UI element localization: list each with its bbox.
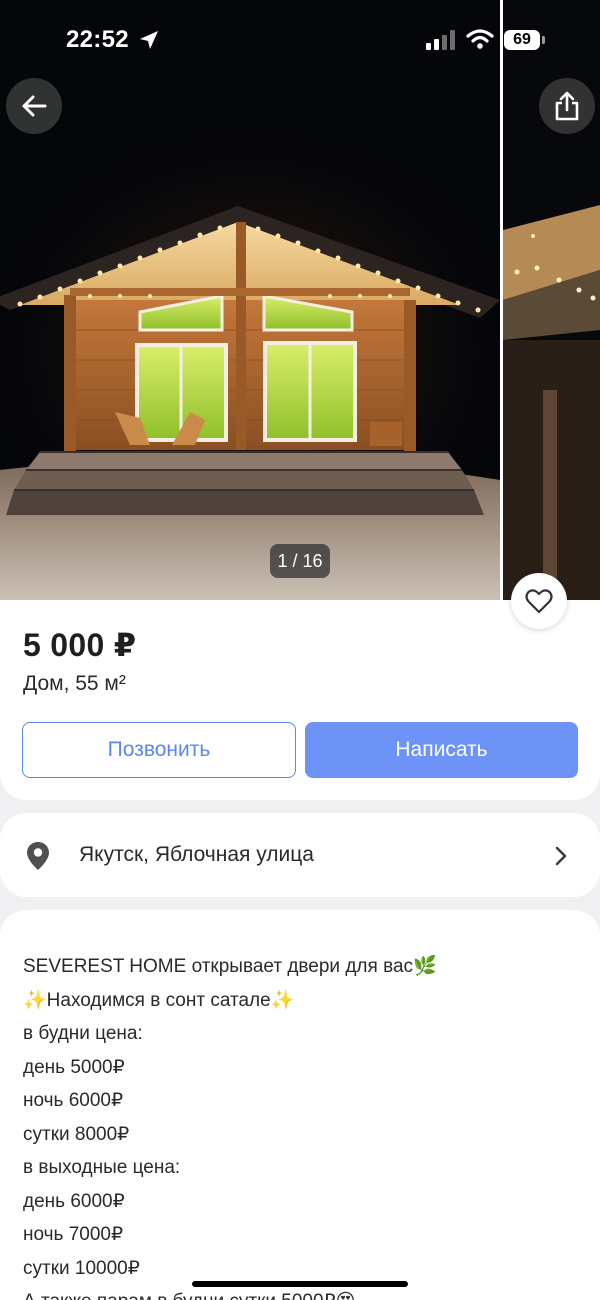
description-line: в выходные цена: [23,1157,181,1178]
heart-outline-icon [525,589,553,614]
share-button[interactable] [539,78,595,134]
wifi-icon [466,29,494,49]
status-time: 22:52 [66,26,129,53]
status-bar: 22:52 69 [0,0,600,80]
description-line: день 5000₽ [23,1056,125,1078]
address-row[interactable]: Якутск, Яблочная улица [0,813,600,897]
house-photo-illustration [0,0,500,600]
share-icon [555,91,579,121]
description-line: в будни цена: [23,1023,143,1044]
description-line: А также парам в будни сутки 5000₽😍 [23,1285,583,1300]
location-arrow-icon [140,31,158,49]
description-line: ночь 7000₽ [23,1224,124,1245]
listing-photo-current[interactable] [0,0,500,600]
listing-info-card: 5 000 ₽ Дом, 55 м² Позвонить Написать [0,600,600,800]
description-line: день 6000₽ [23,1190,125,1212]
description-line: ночь 6000₽ [23,1090,124,1111]
back-button[interactable] [6,78,62,134]
home-indicator[interactable] [192,1281,408,1287]
description-line: сутки 10000₽ [23,1257,140,1279]
description-card: SEVEREST HOME открывает двери для вас🌿 ✨… [0,910,600,1300]
map-pin-icon [27,842,49,870]
description-line: сутки 8000₽ [23,1123,130,1145]
description-line: ✨Находимся в сонт сатале✨ [23,989,295,1011]
address-text: Якутск, Яблочная улица [79,843,314,866]
write-message-button[interactable]: Написать [305,722,578,778]
description-line: SEVEREST HOME открывает двери для вас🌿 [23,956,437,977]
favorite-button[interactable] [511,573,567,629]
photo-counter-text: 1 / 16 [277,551,323,571]
listing-price: 5 000 ₽ [23,627,137,663]
call-button[interactable]: Позвонить [22,722,296,778]
arrow-left-icon [22,95,47,117]
photo-counter: 1 / 16 [270,544,330,578]
battery-icon: 69 [504,30,540,50]
photo-gallery[interactable] [0,0,600,600]
description-text: SEVEREST HOME открывает двери для вас🌿 ✨… [23,950,583,1300]
battery-tip [542,36,545,44]
listing-screen: 22:52 69 1 / 16 5 000 ₽ Дом, 55 м² Позво… [0,0,600,1300]
chevron-right-icon [555,846,567,866]
cellular-signal-icon [426,30,455,50]
listing-subtitle: Дом, 55 м² [23,672,126,695]
battery-level: 69 [513,31,531,48]
